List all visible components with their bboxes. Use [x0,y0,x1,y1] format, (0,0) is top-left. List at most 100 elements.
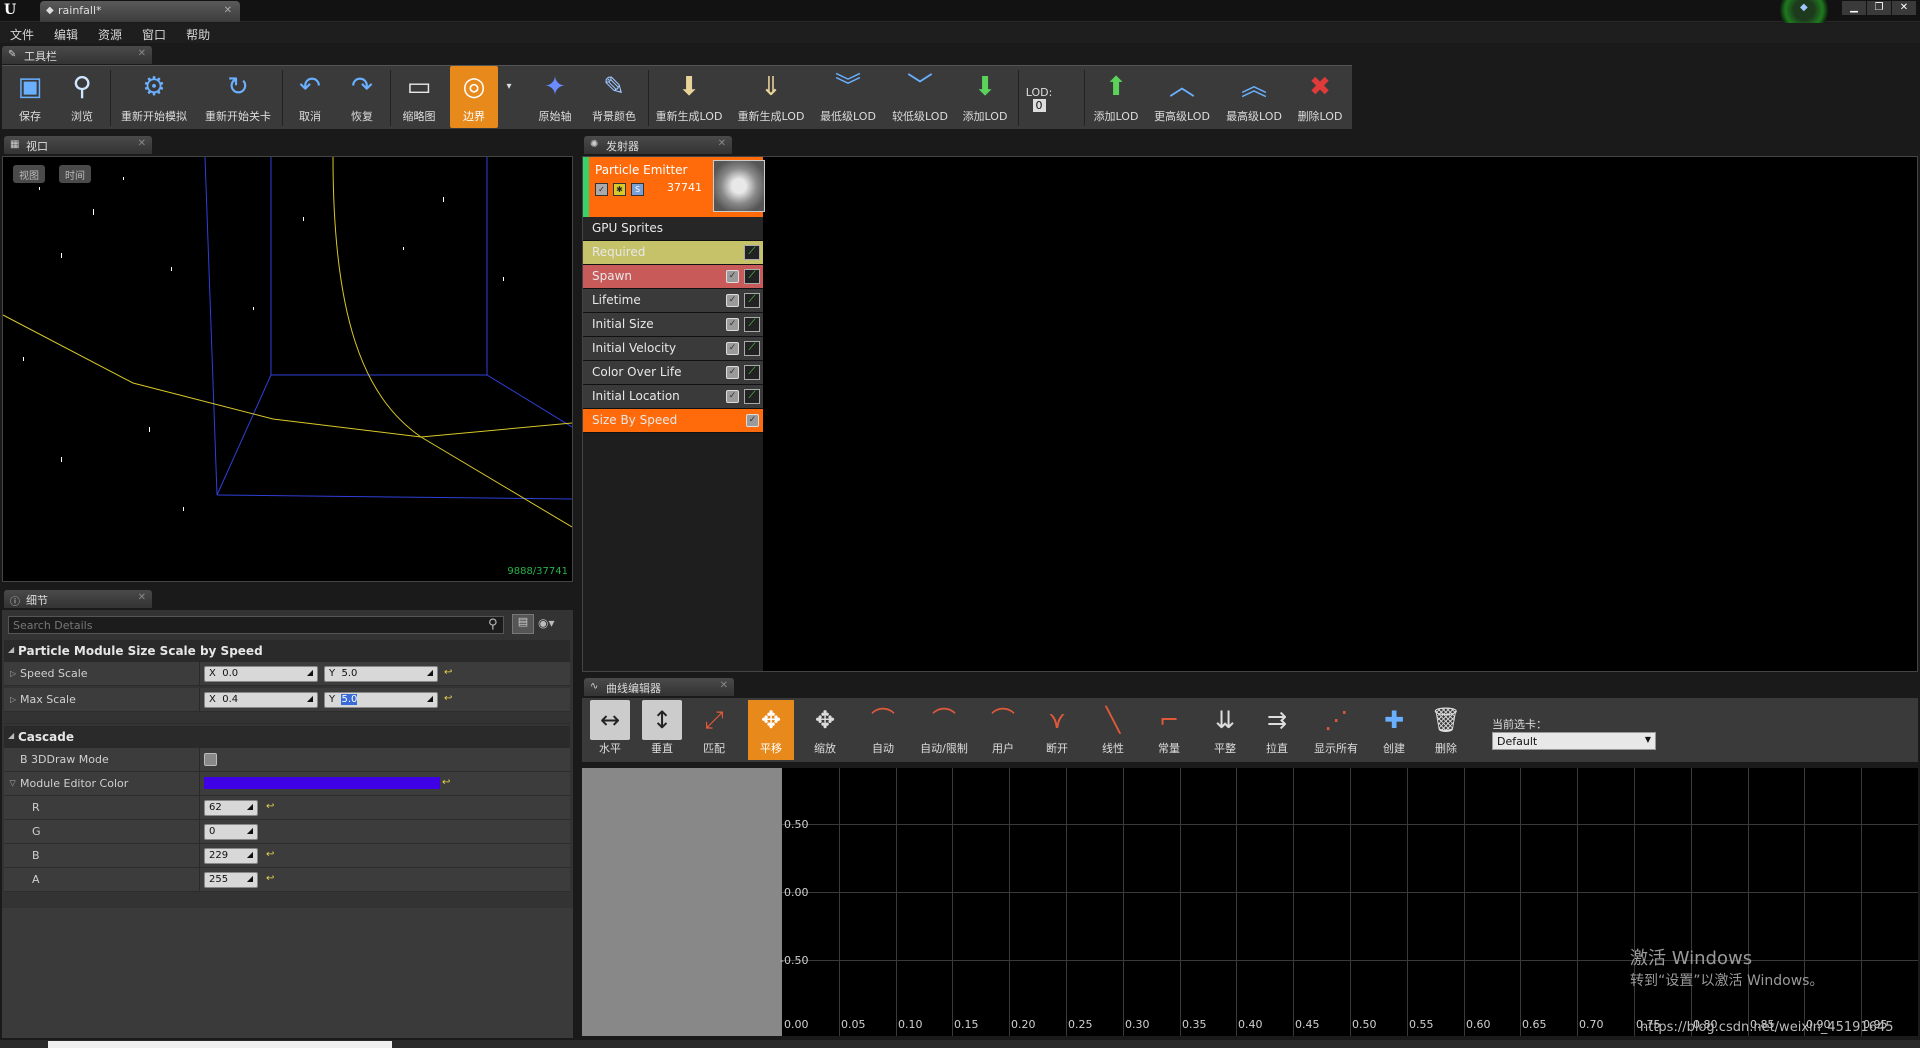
curve-graph-icon[interactable]: ⟋ [744,293,760,308]
constant-button[interactable]: ⌐ 常量 [1146,700,1192,760]
close-icon[interactable]: ✕ [720,680,728,691]
create-tab-button[interactable]: ✚ 创建 [1374,700,1414,760]
module-size-by-speed[interactable]: Size By Speed ✓ [583,409,763,433]
maximize-icon[interactable]: ❐ [1867,1,1891,15]
reset-default-icon[interactable]: ↩ [444,667,452,678]
undo-button[interactable]: ↶ 取消 [286,66,334,128]
curve-graph-icon[interactable]: ⟋ [744,389,760,404]
regenerate-lod-2-button[interactable]: ⇓ 重新生成LOD [734,66,808,128]
restart-simulation-button[interactable]: ⚙ 重新开始模拟 [114,66,194,128]
max-scale-x-field[interactable]: X 0.4 ◢ [204,692,318,708]
emitter-canvas[interactable]: Particle Emitter ✓ ✱ S 37741 GPU Sprites… [582,156,1918,672]
module-enable-checkbox[interactable]: ✓ [726,318,739,331]
restart-level-button[interactable]: ↻ 重新开始关卡 [198,66,278,128]
emitter-solo-icon[interactable]: S [631,183,644,196]
thumbnail-button[interactable]: ▭ 缩略图 [394,66,444,128]
module-initial-size[interactable]: Initial Size ✓ ⟋ [583,313,763,337]
fit-vertical-button[interactable]: ↕ 垂直 [642,700,682,760]
close-icon[interactable]: ✕ [138,592,146,603]
search-icon[interactable]: ⚲ [488,617,498,632]
curve-graph-icon[interactable]: ⟋ [744,365,760,380]
emitter-render-mode-icon[interactable]: ✱ [613,183,626,196]
speed-scale-y-field[interactable]: Y 5.0 ◢ [324,666,438,682]
current-tab-select[interactable]: Default ▼ [1492,732,1656,750]
document-tab[interactable]: ◆ rainfall* ✕ [40,1,240,22]
reset-default-icon[interactable]: ↩ [266,873,274,884]
color-g-field[interactable]: 0 ◢ [204,824,258,840]
toolbar-panel-tab[interactable]: ✎ 工具栏 ✕ [2,46,152,64]
fit-button[interactable]: ⤢ 匹配 [694,700,734,760]
section-size-scale-by-speed[interactable]: ◢ Particle Module Size Scale by Speed [4,640,570,662]
menu-help[interactable]: 帮助 [176,23,220,43]
add-lod-button[interactable]: ⬇ 添加LOD [958,66,1012,128]
regenerate-lod-button[interactable]: ⬇ 重新生成LOD [652,66,726,128]
emitter-enable-checkbox[interactable]: ✓ [595,183,608,196]
details-panel-tab[interactable]: ⓘ 细节 ✕ [4,590,152,608]
module-enable-checkbox[interactable]: ✓ [746,414,759,427]
lod-selector[interactable]: LOD: 0 [1022,66,1056,128]
module-enable-checkbox[interactable]: ✓ [726,294,739,307]
add-lod-2-button[interactable]: ⬆ 添加LOD [1088,66,1144,128]
menu-window[interactable]: 窗口 [132,23,176,43]
type-data-gpu-sprites[interactable]: GPU Sprites [583,217,763,241]
redo-button[interactable]: ↷ 恢复 [338,66,386,128]
close-icon[interactable]: ✕ [718,138,726,149]
module-lifetime[interactable]: Lifetime ✓ ⟋ [583,289,763,313]
lower-lod-button[interactable]: ﹀ 较低级LOD [888,66,952,128]
module-color-over-life[interactable]: Color Over Life ✓ ⟋ [583,361,763,385]
minimize-icon[interactable]: ▁ [1842,1,1866,15]
bounds-button[interactable]: ◎ 边界 [450,66,498,128]
browse-button[interactable]: ⚲ 浏览 [58,66,106,128]
bounds-dropdown[interactable]: ▾ [502,66,516,128]
collapse-arrow-icon[interactable]: ▷ [9,780,18,786]
reset-default-icon[interactable]: ↩ [442,777,450,788]
break-button[interactable]: ⋎ 断开 [1034,700,1080,760]
reset-default-icon[interactable]: ↩ [266,849,274,860]
view-options-button[interactable]: ▤ [512,614,534,634]
pan-button[interactable]: ✥ 平移 [748,700,794,760]
origin-axis-button[interactable]: ✦ 原始轴 [530,66,580,128]
module-initial-location[interactable]: Initial Location ✓ ⟋ [583,385,763,409]
speed-scale-x-field[interactable]: X 0.0 ◢ [204,666,318,682]
menu-edit[interactable]: 编辑 [44,23,88,43]
menu-file[interactable]: 文件 [0,23,44,43]
auto-button[interactable]: ⌒ 自动 [860,700,906,760]
curve-graph-icon[interactable]: ⟋ [744,341,760,356]
color-a-field[interactable]: 255 ◢ [204,872,258,888]
module-spawn[interactable]: Spawn ✓ ⟋ [583,265,763,289]
b3d-draw-mode-checkbox[interactable] [204,753,217,766]
module-enable-checkbox[interactable]: ✓ [726,390,739,403]
curve-plot-area[interactable]: 0.50 0.00 -0.50 0.00 0.05 0.10 0.15 0.20 0.25… [780,768,1918,1036]
viewport-panel-tab[interactable]: ▦ 视口 ✕ [4,136,152,154]
save-button[interactable]: ▣ 保存 [6,66,54,128]
show-all-button[interactable]: ⋰ 显示所有 [1308,700,1364,760]
reset-default-icon[interactable]: ↩ [266,801,274,812]
close-icon[interactable]: ✕ [138,48,146,59]
delete-tab-button[interactable]: 🗑 删除 [1426,700,1466,760]
max-scale-y-field[interactable]: Y 5.0 ◢ [324,692,438,708]
curve-graph-icon[interactable]: ⟋ [744,317,760,332]
close-icon[interactable]: ✕ [138,138,146,149]
module-enable-checkbox[interactable]: ✓ [726,270,739,283]
module-enable-checkbox[interactable]: ✓ [726,366,739,379]
module-color-swatch[interactable] [204,777,440,789]
viewport[interactable]: 视图 时间 9888/37741 [2,156,573,582]
curve-editor-panel-tab[interactable]: ∿ 曲线编辑器 ✕ [584,678,734,696]
fit-horizontal-button[interactable]: ↔ 水平 [590,700,630,760]
search-input[interactable]: Search Details [8,616,504,634]
menu-asset[interactable]: 资源 [88,23,132,43]
curve-graph-icon[interactable]: ⟋ [744,269,760,284]
zoom-button[interactable]: ✥ 缩放 [802,700,848,760]
delete-lod-button[interactable]: ✖ 删除LOD [1292,66,1348,128]
color-b-field[interactable]: 229 ◢ [204,848,258,864]
expand-arrow-icon[interactable]: ▷ [10,695,16,704]
linear-button[interactable]: ╲ 线性 [1090,700,1136,760]
highest-lod-button[interactable]: ︽ 最高级LOD [1222,66,1286,128]
module-enable-checkbox[interactable]: ✓ [726,342,739,355]
expand-arrow-icon[interactable]: ▷ [10,669,16,678]
higher-lod-button[interactable]: ︿ 更高级LOD [1150,66,1214,128]
close-icon[interactable]: ✕ [224,5,232,16]
flatten-button[interactable]: ⇊ 平整 [1202,700,1248,760]
particle-emitter-card[interactable]: Particle Emitter ✓ ✱ S 37741 [583,157,765,217]
straighten-button[interactable]: ⇉ 拉直 [1254,700,1300,760]
